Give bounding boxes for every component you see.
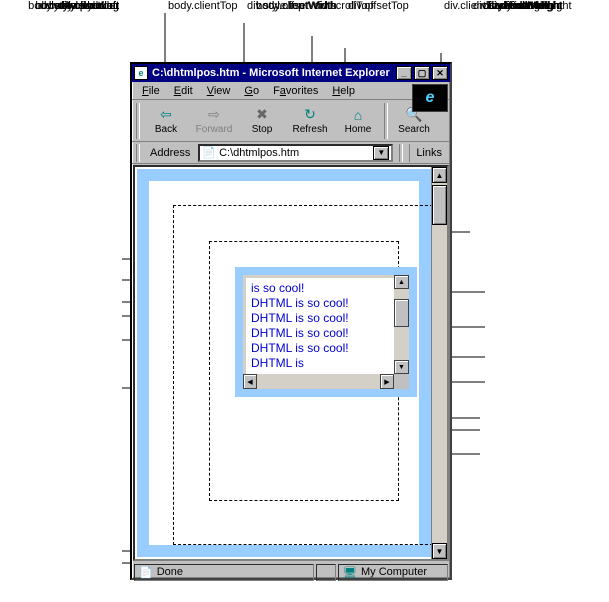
- home-label: Home: [345, 124, 372, 135]
- menu-go[interactable]: Go: [238, 84, 265, 98]
- toolbar-grip[interactable]: [136, 103, 140, 139]
- ie-logo-icon: e: [412, 84, 448, 112]
- links-grip[interactable]: [399, 144, 403, 162]
- callout-div-offsetTop: div.offsetTop: [348, 0, 409, 12]
- address-combo[interactable]: 📄 C:\dhtmlpos.htm ▼: [198, 144, 393, 162]
- callout-body-clientTop: body.clientTop: [168, 0, 238, 12]
- stop-icon: ✖: [256, 106, 268, 123]
- stop-button[interactable]: ✖Stop: [238, 102, 286, 140]
- callout-body-style-border: body.style.border: [10, 0, 119, 12]
- forward-button[interactable]: ⇨Forward: [190, 102, 238, 140]
- scroll-down-icon[interactable]: ▼: [394, 360, 409, 374]
- menu-edit[interactable]: Edit: [168, 84, 199, 98]
- titlebar[interactable]: e C:\dhtmlpos.htm - Microsoft Internet E…: [132, 64, 450, 82]
- refresh-icon: ↻: [304, 106, 316, 123]
- scroll-right-icon[interactable]: ▶: [380, 374, 394, 389]
- status-zone: 🖥 My Computer: [338, 564, 448, 581]
- ie-document-icon: e: [134, 66, 148, 80]
- browser-window: e C:\dhtmlpos.htm - Microsoft Internet E…: [130, 62, 452, 580]
- div-hscrollbar[interactable]: ◀ ▶: [243, 374, 409, 389]
- body-padding-region: is so cool! DHTML is so cool! DHTML is s…: [149, 181, 419, 545]
- scroll-corner: [394, 374, 409, 389]
- addr-grip[interactable]: [136, 144, 140, 162]
- forward-arrow-icon: ⇨: [208, 106, 220, 123]
- scroll-thumb[interactable]: [394, 299, 409, 327]
- toolbar: ⇦Back ⇨Forward ✖Stop ↻Refresh ⌂Home 🔍Sea…: [132, 100, 450, 142]
- vp-scroll-thumb[interactable]: [432, 185, 447, 225]
- div-scroll-region: is so cool! DHTML is so cool! DHTML is s…: [243, 275, 409, 389]
- menu-file[interactable]: File: [136, 84, 166, 98]
- forward-label: Forward: [196, 124, 233, 135]
- zone-text: My Computer: [361, 566, 427, 578]
- address-value: C:\dhtmlpos.htm: [219, 147, 370, 159]
- close-button[interactable]: ✕: [432, 66, 448, 80]
- div-border-region: is so cool! DHTML is so cool! DHTML is s…: [235, 267, 417, 397]
- search-label: Search: [398, 124, 430, 135]
- back-label: Back: [155, 124, 177, 135]
- status-text: Done: [157, 566, 183, 578]
- stop-label: Stop: [252, 124, 273, 135]
- address-label: Address: [146, 147, 194, 159]
- refresh-button[interactable]: ↻Refresh: [286, 102, 334, 140]
- scroll-up-icon[interactable]: ▲: [394, 275, 409, 289]
- callout-body-offsetWidth: body.offsetWidth: [256, 0, 337, 12]
- page-icon: 📄: [202, 146, 216, 159]
- address-dropdown-button[interactable]: ▼: [373, 146, 389, 160]
- callout-div-offsetWidth: div.offsetWidth: [483, 0, 554, 12]
- div-vscrollbar[interactable]: ▲ ▼: [394, 275, 409, 374]
- done-page-icon: 📄: [139, 566, 153, 579]
- maximize-button[interactable]: ▢: [414, 66, 430, 80]
- body-border-region: is so cool! DHTML is so cool! DHTML is s…: [137, 169, 431, 557]
- status-pane-2: [316, 564, 336, 581]
- back-button[interactable]: ⇦Back: [142, 102, 190, 140]
- menu-view[interactable]: View: [201, 84, 237, 98]
- viewport: is so cool! DHTML is so cool! DHTML is s…: [133, 165, 449, 561]
- back-arrow-icon: ⇦: [160, 106, 172, 123]
- menu-help[interactable]: Help: [326, 84, 361, 98]
- statusbar: 📄 Done 🖥 My Computer: [132, 562, 450, 582]
- refresh-label: Refresh: [292, 124, 327, 135]
- scroll-left-icon[interactable]: ◀: [243, 374, 257, 389]
- home-button[interactable]: ⌂Home: [334, 102, 382, 140]
- address-bar: Address 📄 C:\dhtmlpos.htm ▼ Links: [132, 142, 450, 164]
- home-icon: ⌂: [354, 107, 362, 123]
- div-content: is so cool! DHTML is so cool! DHTML is s…: [246, 278, 394, 374]
- vp-scroll-up-icon[interactable]: ▲: [432, 167, 447, 183]
- menubar: File Edit View Go Favorites Help: [132, 82, 450, 100]
- vp-scroll-down-icon[interactable]: ▼: [432, 543, 447, 559]
- viewport-vscrollbar[interactable]: ▲ ▼: [431, 167, 447, 559]
- menu-favorites[interactable]: Favorites: [267, 84, 324, 98]
- minimize-button[interactable]: _: [396, 66, 412, 80]
- status-main: 📄 Done: [134, 564, 314, 581]
- links-label[interactable]: Links: [409, 144, 448, 162]
- computer-icon: 🖥: [343, 566, 357, 579]
- toolbar-sep: [384, 103, 388, 139]
- window-title: C:\dhtmlpos.htm - Microsoft Internet Exp…: [152, 67, 396, 79]
